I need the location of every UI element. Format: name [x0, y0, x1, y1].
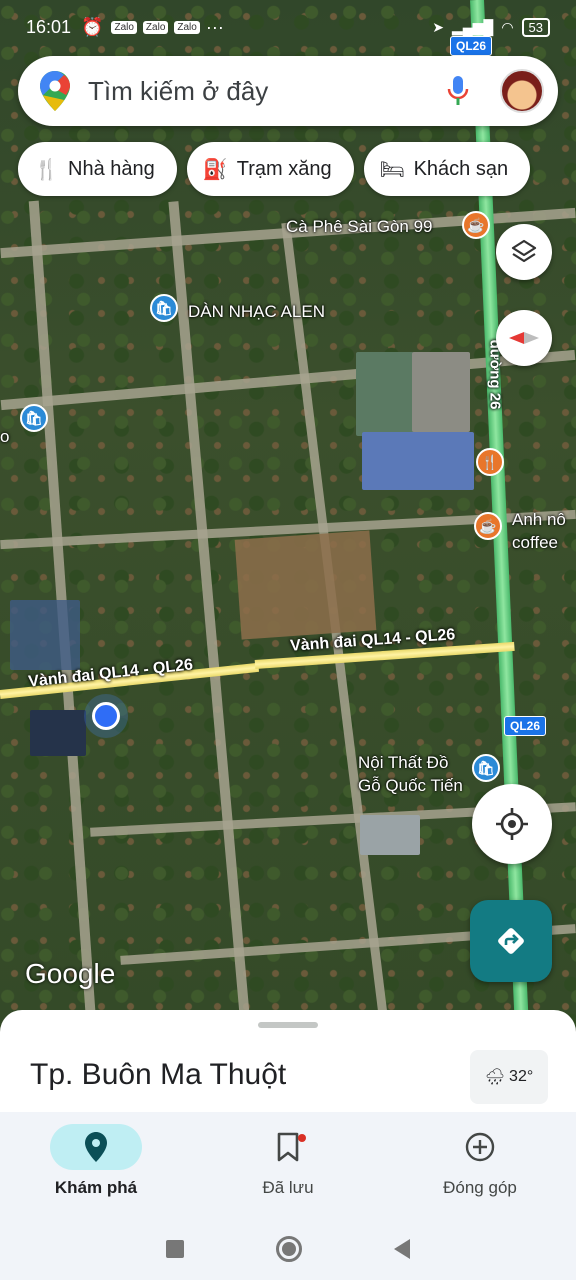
place-label[interactable]: Nội Thất Đồ	[358, 752, 448, 773]
weather-chip[interactable]: 🌧 32°	[470, 1050, 548, 1104]
location-arrow-icon: ➤	[432, 18, 444, 35]
map-building	[362, 432, 474, 490]
map-building	[356, 352, 414, 436]
google-logo: Google	[25, 958, 116, 989]
hotel-icon: 🛏	[379, 158, 405, 181]
map-building	[412, 352, 470, 432]
gas-station-icon: ⛽	[202, 158, 228, 181]
bookmark-icon	[277, 1132, 299, 1162]
place-label[interactable]: o	[0, 426, 9, 447]
ql26-shield: QL26	[504, 716, 547, 736]
zalo-notification-icon: Zalo	[174, 20, 200, 34]
system-navigation-bar	[0, 1218, 576, 1280]
chip-gas-stations[interactable]: ⛽ Trạm xăng	[186, 142, 354, 196]
zalo-notification-icon: Zalo	[142, 20, 169, 34]
tab-indicator	[434, 1124, 526, 1170]
account-avatar[interactable]	[500, 69, 544, 113]
place-label[interactable]: coffee	[512, 532, 558, 553]
shopping-pin-icon[interactable]: 🛍	[20, 404, 48, 432]
chip-hotels[interactable]: 🛏 Khách sạn	[363, 142, 531, 196]
tab-label: Khám phá	[54, 1178, 138, 1197]
place-label[interactable]: Cà Phê Sài Gòn 99	[286, 216, 432, 237]
temperature: 32°	[509, 1068, 534, 1085]
recents-button[interactable]	[166, 1240, 184, 1258]
notification-dot	[298, 1134, 306, 1142]
tab-label: Đóng góp	[443, 1178, 517, 1197]
place-label[interactable]: Anh nô	[512, 509, 566, 530]
cafe-pin-icon[interactable]: ☕	[474, 512, 502, 540]
zalo-notification-icon: Zalo	[111, 20, 137, 34]
compass-button[interactable]	[496, 310, 552, 366]
bottom-sheet[interactable]: Tp. Buôn Ma Thuột 🌧 32° Khám phá Đã lưu	[0, 1010, 576, 1280]
map-building	[30, 710, 86, 756]
my-location-button[interactable]	[472, 784, 552, 864]
tab-explore[interactable]: Khám phá	[0, 1112, 192, 1218]
signal-icon: ▂▄▆█	[451, 18, 494, 35]
layers-button[interactable]	[496, 224, 552, 280]
map-building	[360, 815, 420, 855]
tab-label: Đã lưu	[262, 1178, 314, 1197]
battery-icon: 53	[521, 17, 550, 37]
drag-handle[interactable]	[258, 1022, 318, 1028]
status-time: 16:01	[26, 16, 72, 37]
search-bar[interactable]: Tìm kiếm ở đây	[18, 56, 558, 126]
tab-indicator	[50, 1124, 142, 1170]
chip-label: Nhà hàng	[68, 157, 155, 180]
microphone-icon[interactable]	[446, 74, 470, 108]
crosshair-icon	[496, 808, 528, 840]
my-location-dot	[92, 702, 120, 730]
home-button[interactable]	[276, 1236, 302, 1262]
shopping-pin-icon[interactable]: 🛍	[472, 754, 500, 782]
shopping-pin-icon[interactable]: 🛍	[150, 294, 178, 322]
more-notifications: ···	[205, 16, 224, 37]
chip-label: Khách sạn	[413, 157, 509, 180]
place-label[interactable]: Gỗ Quốc Tiến	[358, 775, 463, 796]
explore-pin-icon	[85, 1132, 107, 1162]
restaurant-icon: 🍴	[34, 158, 59, 181]
place-label[interactable]: DÀN NHẠC ALEN	[188, 301, 325, 322]
back-button[interactable]	[394, 1239, 410, 1259]
chip-restaurants[interactable]: 🍴 Nhà hàng	[18, 142, 177, 196]
compass-icon	[509, 332, 539, 344]
wifi-icon: ◠	[501, 18, 514, 35]
bottom-navigation: Khám phá Đã lưu Đóng góp	[0, 1112, 576, 1218]
directions-icon	[498, 928, 524, 954]
map-field	[234, 530, 377, 640]
restaurant-pin-icon[interactable]: 🍴	[476, 448, 504, 476]
chip-label: Trạm xăng	[236, 157, 332, 180]
map-road	[168, 201, 252, 1039]
map-building	[10, 600, 80, 670]
tab-saved[interactable]: Đã lưu	[192, 1112, 384, 1218]
cloud-rain-icon: 🌧	[484, 1069, 506, 1086]
cafe-pin-icon[interactable]: ☕	[462, 211, 490, 239]
alarm-icon: ⏰	[81, 16, 104, 37]
google-maps-logo-icon	[40, 71, 70, 111]
search-input[interactable]: Tìm kiếm ở đây	[88, 76, 446, 107]
tab-indicator	[242, 1124, 334, 1170]
tab-contribute[interactable]: Đóng góp	[384, 1112, 576, 1218]
directions-button[interactable]	[470, 900, 552, 982]
city-title: Tp. Buôn Ma Thuột	[30, 1058, 287, 1091]
category-chips: 🍴 Nhà hàng ⛽ Trạm xăng 🛏 Khách sạn	[18, 142, 531, 196]
add-circle-icon	[465, 1132, 495, 1162]
layers-icon	[511, 239, 537, 263]
status-bar: 16:01 ⏰ Zalo Zalo Zalo ··· ➤ ▂▄▆█ ◠ 53	[0, 0, 576, 54]
